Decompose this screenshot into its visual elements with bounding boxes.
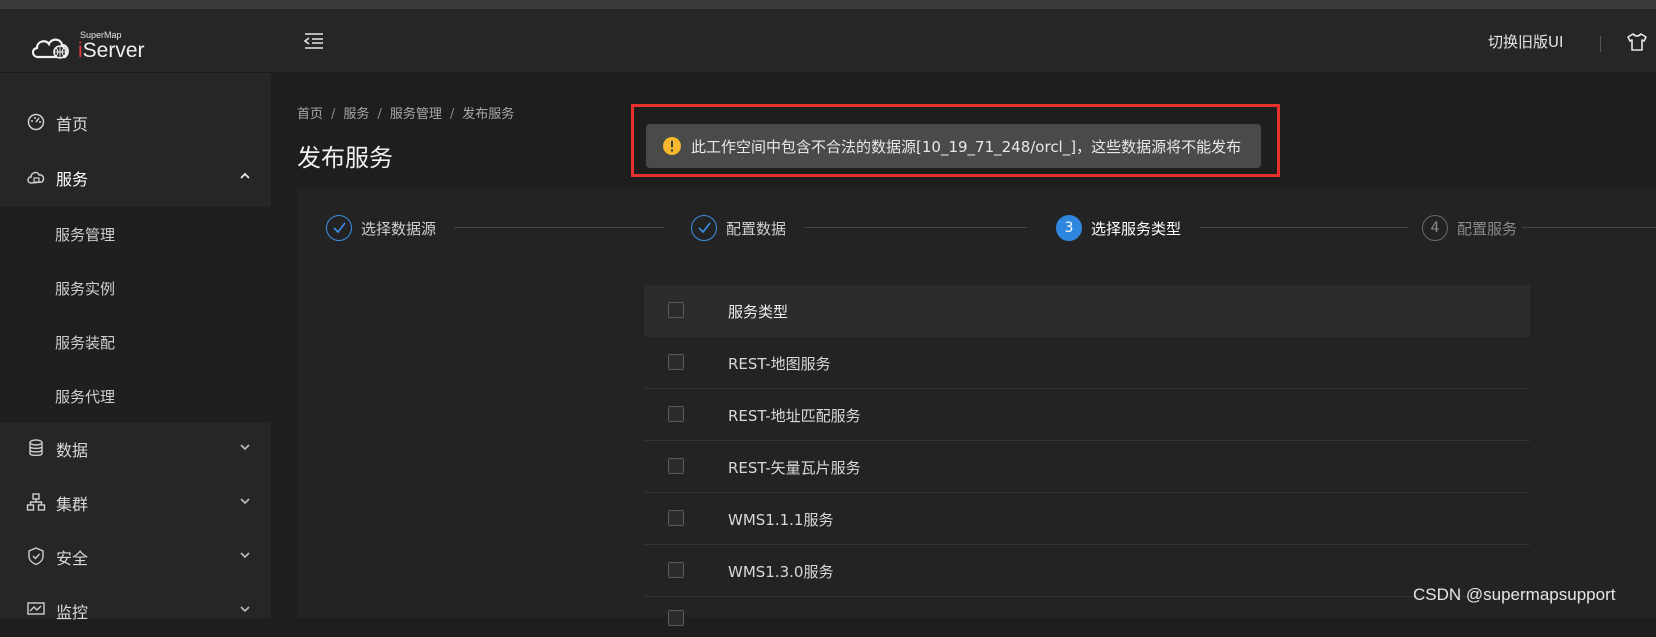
sidebar-item-label: 安全 xyxy=(56,549,89,568)
shield-icon xyxy=(28,547,44,566)
cloud-icon xyxy=(27,171,45,184)
breadcrumb-services[interactable]: 服务 xyxy=(343,107,369,122)
service-type-cell: WMS1.1.1服务 xyxy=(728,511,834,529)
sidebar-subitem-label: 服务代理 xyxy=(55,388,116,406)
monitor-icon xyxy=(27,602,45,615)
top-bar: SuperMap iServer 切换旧版UI xyxy=(0,9,1656,73)
logo-server-word: Server xyxy=(82,39,145,62)
publish-wizard-panel: 选择数据源 配置数据 3 选择服务类型 4 配置服务 服务类型 REST-地图服… xyxy=(297,187,1656,626)
breadcrumb-separator: / xyxy=(331,107,336,122)
sidebar: 首页 服务 服务管理 服务实例 服务装配 服务代理 数据 集群 安全 监控 xyxy=(0,73,271,622)
cluster-icon xyxy=(26,493,46,511)
sidebar-subitem-service-management[interactable]: 服务管理 xyxy=(0,207,271,261)
logo-iserver-text: iServer xyxy=(78,39,145,63)
breadcrumb-separator: / xyxy=(449,107,455,122)
sidebar-item-label: 首页 xyxy=(56,115,89,134)
menu-fold-icon[interactable] xyxy=(303,31,325,51)
sidebar-item-label: 监控 xyxy=(56,603,89,622)
supermap-iserver-logo[interactable]: SuperMap iServer xyxy=(30,29,150,65)
csdn-watermark: CSDN @supermapsupport xyxy=(1413,585,1616,604)
top-edge xyxy=(0,0,1656,9)
switch-old-ui-link[interactable]: 切换旧版UI xyxy=(1488,31,1563,52)
step-connector xyxy=(804,227,1027,228)
sidebar-item-monitor[interactable]: 监控 xyxy=(0,583,271,637)
sidebar-subitem-service-assembly[interactable]: 服务装配 xyxy=(0,315,271,369)
table-row[interactable]: WMS1.3.0服务 xyxy=(644,545,1530,597)
step-connector xyxy=(1200,227,1408,228)
sidebar-item-label: 服务 xyxy=(56,170,89,189)
table-row[interactable]: REST-矢量瓦片服务 xyxy=(644,441,1530,493)
breadcrumb-separator: / xyxy=(377,107,382,122)
chevron-down-icon xyxy=(240,606,250,613)
row-checkbox[interactable] xyxy=(668,562,684,578)
step-label: 配置服务 xyxy=(1457,220,1518,238)
table-row[interactable]: REST-地址匹配服务 xyxy=(644,389,1530,441)
chevron-down-icon xyxy=(240,552,250,559)
row-checkbox[interactable] xyxy=(668,510,684,526)
sidebar-item-label: 数据 xyxy=(56,441,89,460)
breadcrumb-home[interactable]: 首页 xyxy=(297,107,323,122)
table-row-partial[interactable] xyxy=(644,597,1530,626)
sidebar-subitem-service-proxy[interactable]: 服务代理 xyxy=(0,369,271,423)
header-divider xyxy=(1600,36,1601,52)
page-title: 发布服务 xyxy=(297,144,393,172)
sidebar-item-label: 集群 xyxy=(56,495,89,514)
service-type-cell: REST-地图服务 xyxy=(728,355,831,373)
wizard-steps: 选择数据源 配置数据 3 选择服务类型 4 配置服务 xyxy=(297,187,1656,267)
cloud-globe-icon xyxy=(31,38,69,59)
table-row[interactable]: WMS1.1.1服务 xyxy=(644,493,1530,545)
dashboard-icon xyxy=(27,113,45,131)
breadcrumb-service-management[interactable]: 服务管理 xyxy=(390,107,442,122)
row-checkbox[interactable] xyxy=(668,354,684,370)
column-header-service-type: 服务类型 xyxy=(728,303,789,321)
sidebar-item-home[interactable]: 首页 xyxy=(0,95,271,149)
step-number-3: 3 xyxy=(1056,215,1082,241)
sidebar-item-data[interactable]: 数据 xyxy=(0,421,271,475)
sidebar-subitem-label: 服务装配 xyxy=(55,334,116,352)
service-type-cell: REST-地址匹配服务 xyxy=(728,407,861,425)
service-type-cell: REST-矢量瓦片服务 xyxy=(728,459,861,477)
chevron-up-icon xyxy=(240,172,250,179)
sidebar-subitem-label: 服务管理 xyxy=(55,226,116,244)
sidebar-item-cluster[interactable]: 集群 xyxy=(0,475,271,529)
sidebar-subitem-service-instances[interactable]: 服务实例 xyxy=(0,261,271,315)
row-checkbox[interactable] xyxy=(668,458,684,474)
step-connector xyxy=(454,227,664,228)
sidebar-item-services[interactable]: 服务 xyxy=(0,150,271,204)
warning-toast: 此工作空间中包含不合法的数据源[10_19_71_248/orcl_]，这些数据… xyxy=(646,124,1261,168)
tshirt-theme-icon[interactable] xyxy=(1626,31,1648,53)
breadcrumb-publish-service: 发布服务 xyxy=(462,107,515,122)
step-done-check-icon xyxy=(326,215,352,241)
step-done-check-icon xyxy=(691,215,717,241)
services-submenu: 服务管理 服务实例 服务装配 服务代理 xyxy=(0,207,271,423)
breadcrumb: 首页 / 服务 / 服务管理 / 发布服务 xyxy=(297,103,514,122)
row-checkbox[interactable] xyxy=(668,406,684,422)
database-icon xyxy=(29,439,43,457)
table-row[interactable]: REST-地图服务 xyxy=(644,337,1530,389)
warning-message: 此工作空间中包含不合法的数据源[10_19_71_248/orcl_]，这些数据… xyxy=(691,138,1242,156)
step-connector xyxy=(1522,227,1656,228)
sidebar-subitem-label: 服务实例 xyxy=(55,280,116,298)
step-label: 选择数据源 xyxy=(361,220,437,238)
step-number-4: 4 xyxy=(1422,215,1448,241)
step-label: 选择服务类型 xyxy=(1091,220,1182,238)
service-type-cell: WMS1.3.0服务 xyxy=(728,563,834,581)
select-all-checkbox[interactable] xyxy=(668,302,684,318)
chevron-down-icon xyxy=(240,498,250,505)
sidebar-item-security[interactable]: 安全 xyxy=(0,529,271,583)
warning-icon xyxy=(663,137,681,155)
step-label: 配置数据 xyxy=(726,220,787,238)
row-checkbox[interactable] xyxy=(668,610,684,626)
table-header: 服务类型 xyxy=(644,285,1530,337)
chevron-down-icon xyxy=(240,444,250,451)
